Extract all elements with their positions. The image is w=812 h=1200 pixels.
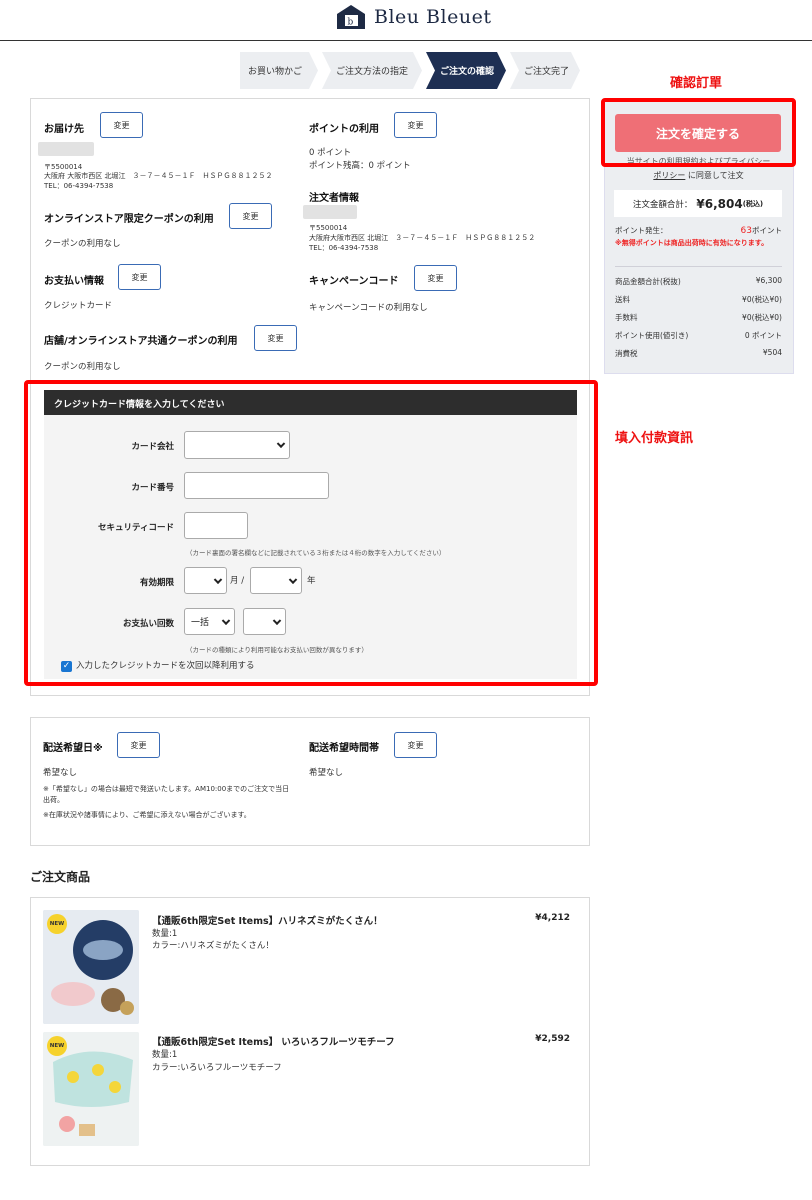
site-header: b Bleu Bleuet [0,0,812,41]
product-qty: 数量:1 [152,1050,178,1060]
brand-name: Bleu Bleuet [374,6,492,28]
orderer-postal: 〒5500014 [309,224,348,232]
delivery-time-change-button[interactable]: 変更 [394,732,437,758]
summary-row-value: ¥504 [762,348,782,357]
shipping-change-button[interactable]: 変更 [100,112,143,138]
points-earned-label: ポイント発生： [615,226,668,235]
delivery-note2: ※在庫状況や諸事情により、ご希望に添えない場合がございます。 [43,811,251,819]
new-badge: NEW [47,1036,67,1056]
product-price: ¥2,592 [535,1034,570,1044]
points-used: 0 ポイント [309,148,352,158]
shipping-tel: TEL：06-4394-7538 [44,182,114,190]
shipping-title: お届け先 [44,124,84,135]
new-badge: NEW [47,914,67,934]
total-box: 注文金額合計： ¥6,804 (税込) [614,190,782,217]
points-note: ※無得ポイントは商品出荷時に有効になります。 [615,239,769,247]
delivery-note1: ※「希望なし」の場合は最短で発送いたします。AM10:00までのご注文で当日 [43,785,290,793]
online-coupon-value: クーポンの利用なし [44,239,121,249]
step-order-complete: ご注文完了 [510,52,580,89]
delivery-panel [30,717,590,846]
payment-info-value: クレジットカード [44,301,113,311]
summary-row: 送料 ¥0(税込¥0) [615,294,782,305]
campaign-title: キャンペーンコード [309,276,399,287]
points-earned-unit: ポイント [752,226,782,235]
campaign-value: キャンペーンコードの利用なし [309,303,428,313]
product-name[interactable]: 【通販6th限定Set Items】 いろいろフルーツモチーフ [152,1034,395,1048]
product-color: カラー:いろいろフルーツモチーフ [152,1063,282,1073]
product-name[interactable]: 【通販6th限定Set Items】ハリネズミがたくさん！ [152,913,383,927]
total-label: 注文金額合計： [632,199,693,210]
summary-row: 消費税 ¥504 [615,348,782,359]
annotation-confirm: 確認訂單 [670,76,723,91]
confirm-highlight-box [601,98,796,167]
online-coupon-change-button[interactable]: 変更 [229,203,272,229]
total-value: ¥6,804 [696,196,743,211]
payment-info-change-button[interactable]: 変更 [118,264,161,290]
summary-row-value: ¥6,300 [755,276,782,285]
shared-coupon-value: クーポンの利用なし [44,362,121,372]
annotation-payment: 填入付款資訊 [615,431,694,446]
campaign-change-button[interactable]: 変更 [414,265,457,291]
orderer-name-redacted [303,205,357,219]
shipping-address: 大阪府 大阪市西区 北堀江 ３－７－４５－１Ｆ ＨＳＰＧ８８１２５２ [44,172,273,180]
orderer-address: 大阪府大阪市西区 北堀江 ３－７－４５－１Ｆ ＨＳＰＧ８８１２５２ [309,234,536,242]
step-cart: お買い物かご [240,52,318,89]
payment-info-title: お支払い情報 [44,276,104,287]
points-balance: ポイント残高：0 ポイント [309,161,411,171]
shared-coupon-change-button[interactable]: 変更 [254,325,297,351]
points-earned-row: ポイント発生： 63ポイント [615,225,782,236]
product-qty: 数量:1 [152,929,178,939]
summary-divider [615,266,782,267]
summary-row-value: ¥0(税込¥0) [742,313,782,322]
summary-row-value: ¥0(税込¥0) [742,295,782,304]
summary-row-value: 0 ポイント [744,331,782,340]
points-change-button[interactable]: 変更 [394,112,437,138]
summary-row: 商品金額合計(税抜) ¥6,300 [615,276,782,287]
summary-row: 手数料 ¥0(税込¥0) [615,312,782,323]
checkout-steps: お買い物かご ご注文方法の指定 ご注文の確認 ご注文完了 [240,52,584,89]
orderer-tel: TEL：06-4394-7538 [309,244,379,252]
payment-highlight-box [24,380,598,686]
online-coupon-title: オンラインストア限定クーポンの利用 [44,214,214,225]
summary-row: ポイント使用(値引き) 0 ポイント [615,330,782,341]
summary-row-label: 送料 [615,295,630,304]
delivery-time-value: 希望なし [309,768,344,778]
summary-row-label: 商品金額合計(税抜) [615,277,681,286]
delivery-date-title: 配送希望日※ [43,743,103,754]
points-title: ポイントの利用 [309,124,379,135]
privacy-policy-link[interactable]: ポリシー [653,171,685,180]
agree-line2-wrap: ポリシー に同意して注文 [615,170,782,182]
delivery-date-change-button[interactable]: 変更 [117,732,160,758]
total-tax: (税込) [742,199,764,208]
house-logo-icon: b [337,5,365,29]
delivery-date-value: 希望なし [43,768,78,778]
product-price: ¥4,212 [535,913,570,923]
points-earned-value: 63 [740,226,752,236]
step-order-method: ご注文方法の指定 [322,52,422,89]
orderer-title: 注文者情報 [309,193,359,204]
product-color: カラー:ハリネズミがたくさん！ [152,941,274,951]
summary-row-label: ポイント使用(値引き) [615,331,689,340]
delivery-note1b: 出荷。 [43,796,64,804]
agree-line2: に同意して注文 [687,171,744,180]
products-title: ご注文商品 [30,870,91,884]
summary-row-label: 手数料 [615,313,638,322]
recipient-name-redacted [38,142,94,156]
brand-logo[interactable]: b Bleu Bleuet [336,4,491,30]
shared-coupon-title: 店舗/オンラインストア共通クーポンの利用 [44,336,238,347]
summary-row-label: 消費税 [615,349,638,358]
delivery-time-title: 配送希望時間帯 [309,743,379,754]
svg-text:b: b [348,18,354,28]
step-order-confirm: ご注文の確認 [426,52,506,89]
